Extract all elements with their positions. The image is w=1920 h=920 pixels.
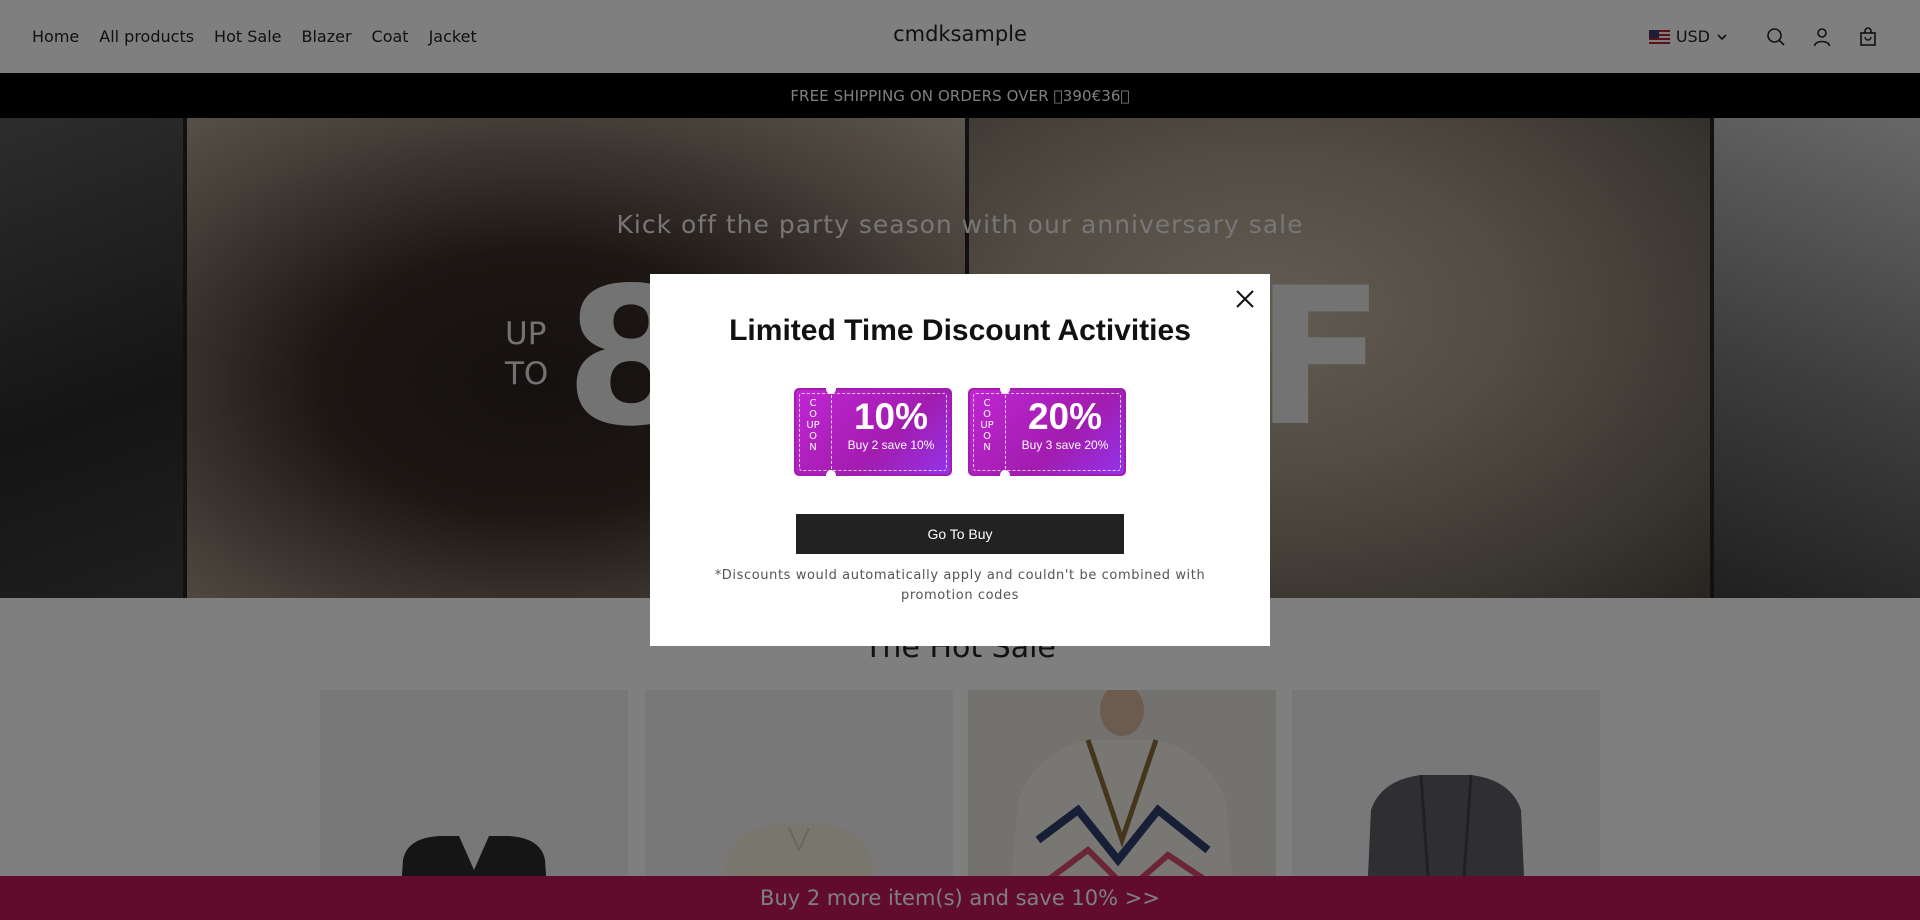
coupon-description: Buy 3 save 20% [1021, 438, 1109, 452]
go-to-buy-button[interactable]: Go To Buy [796, 514, 1124, 554]
coupon-percent: 20% [1027, 396, 1103, 437]
coupon-side-label: COUPON [806, 398, 820, 453]
coupon-notch [826, 470, 836, 480]
coupon-notch [826, 384, 836, 394]
coupon-card[interactable]: COUPON 10% Buy 2 save 10% [794, 384, 952, 480]
discount-modal: Limited Time Discount Activities COUPON … [650, 274, 1270, 646]
coupon-percent: 10% [853, 396, 929, 437]
coupon-notch [1000, 384, 1010, 394]
discount-note: *Discounts would automatically apply and… [714, 568, 1206, 603]
coupon-notch [1000, 470, 1010, 480]
coupon-card[interactable]: COUPON 20% Buy 3 save 20% [968, 384, 1126, 480]
close-icon[interactable] [1232, 286, 1258, 312]
modal-title: Limited Time Discount Activities [729, 314, 1191, 347]
coupon-description: Buy 2 save 10% [847, 438, 935, 452]
coupon-side-label: COUPON [980, 398, 994, 453]
